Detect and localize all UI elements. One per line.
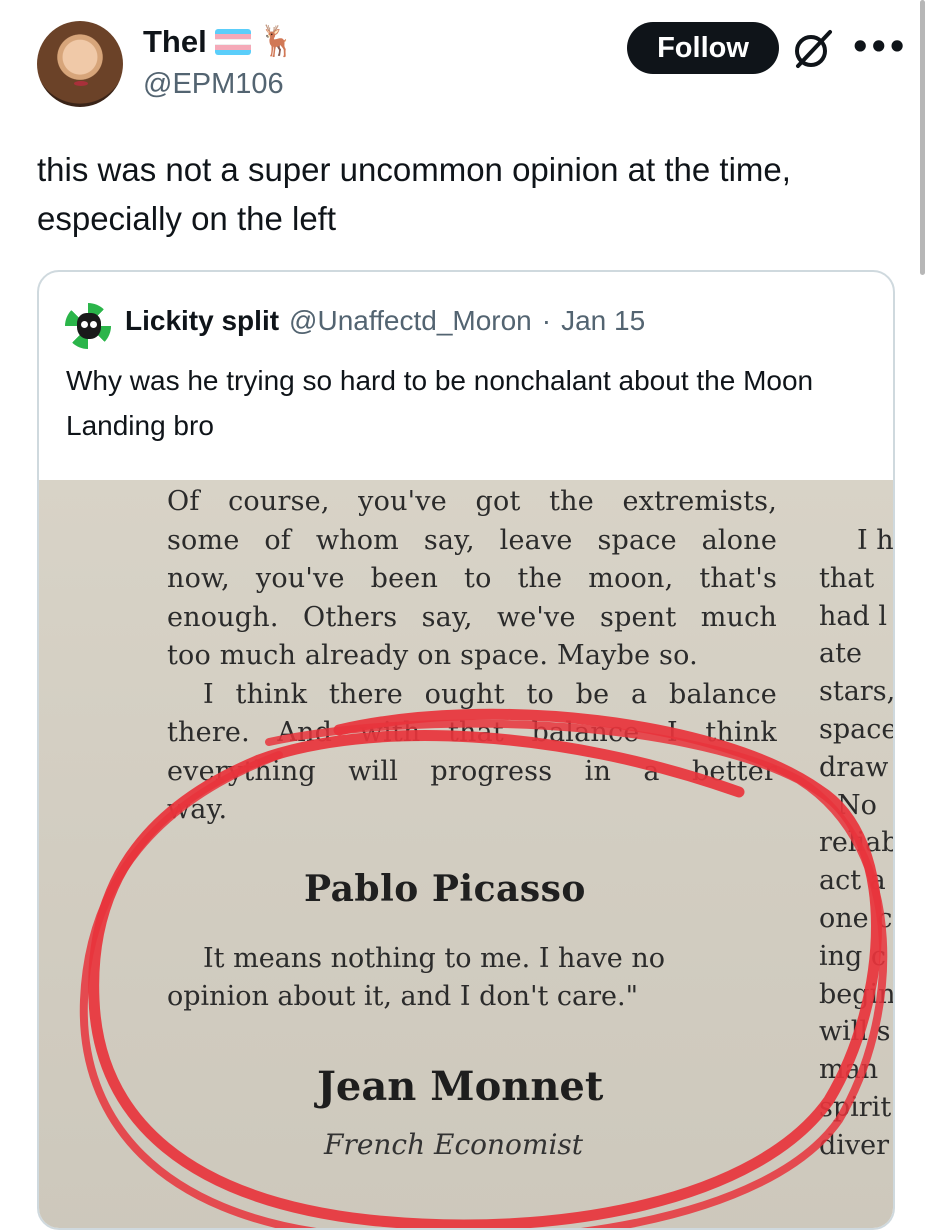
photo-line: space (819, 713, 895, 745)
photo-line: man (819, 1054, 879, 1086)
photo-line: enough. Others say, we've spent much (167, 601, 777, 633)
photo-line: that (819, 562, 875, 594)
deer-icon: 🦌 (258, 24, 297, 59)
photo-line: act a (819, 865, 886, 897)
photo-line: some of whom say, leave space alone (167, 524, 777, 556)
photo-line: one c (819, 902, 893, 934)
author-handle[interactable]: @EPM106 (143, 68, 284, 101)
photo-line: I h (857, 525, 894, 556)
photo-line: stars, (819, 676, 895, 708)
photo-line: now, you've been to the moon, that's (167, 563, 777, 594)
quoted-photo[interactable]: Of course, you've got the extremists, so… (39, 480, 895, 1228)
photo-line: reliab (819, 827, 895, 859)
photo-line: ate (819, 638, 862, 670)
tweet-text: this was not a super uncommon opinion at… (37, 151, 791, 237)
photo-line: Of course, you've got the extremists, (167, 486, 777, 517)
quoted-name[interactable]: Lickity split (125, 305, 279, 337)
photo-line: way. (167, 794, 228, 825)
photo-quote: It means nothing to me. I have no opinio… (167, 940, 777, 1016)
quoted-handle[interactable]: @Unaffectd_Moron (289, 305, 532, 337)
quoted-header: Lickity split @Unaffectd_Moron · Jan 15 (125, 305, 645, 337)
author-name-row: Thel 🦌 (143, 22, 296, 62)
photo-paragraph: Of course, you've got the extremists, so… (167, 483, 777, 830)
quoted-text: Why was he trying so hard to be nonchala… (66, 365, 814, 441)
photo-line: will s (819, 1016, 891, 1048)
photo-line: diver (819, 1129, 890, 1161)
photo-line: had l (819, 600, 887, 632)
transgender-flag-icon (214, 29, 251, 55)
photo-line: everything will progress in a better (167, 755, 777, 787)
photo-line: spirit (819, 1091, 892, 1123)
photo-line: ing c (819, 940, 887, 972)
author-avatar[interactable] (37, 21, 123, 107)
photo-line: begin (819, 978, 895, 1010)
photo-heading-picasso: Pablo Picasso (304, 868, 586, 910)
grok-icon[interactable] (790, 26, 836, 72)
photo-line: No (837, 789, 877, 821)
photo-line: I think there ought to be a balance (203, 678, 777, 710)
follow-button[interactable]: Follow (627, 22, 779, 74)
photo-line: It means nothing to me. I have no (203, 943, 666, 974)
author-name[interactable]: Thel (143, 24, 207, 60)
photo-right-column: I h that had l ate stars, space draw No … (819, 522, 895, 1165)
photo-line: there. And with that balance I think (167, 717, 777, 748)
photo-line: opinion about it, and I don't care." (167, 981, 639, 1012)
photo-line: draw (819, 751, 889, 783)
more-icon[interactable]: ••• (850, 28, 907, 66)
photo-heading-monnet: Jean Monnet (317, 1063, 604, 1110)
quoted-tweet[interactable]: Lickity split @Unaffectd_Moron · Jan 15 … (37, 270, 895, 1230)
photo-line: too much already on space. Maybe so. (167, 640, 698, 671)
quoted-separator: · (541, 305, 552, 336)
photo-subtitle: French Economist (324, 1128, 584, 1161)
scrollbar[interactable] (920, 0, 925, 275)
quoted-avatar[interactable] (65, 303, 111, 349)
quoted-date[interactable]: Jan 15 (561, 305, 645, 337)
